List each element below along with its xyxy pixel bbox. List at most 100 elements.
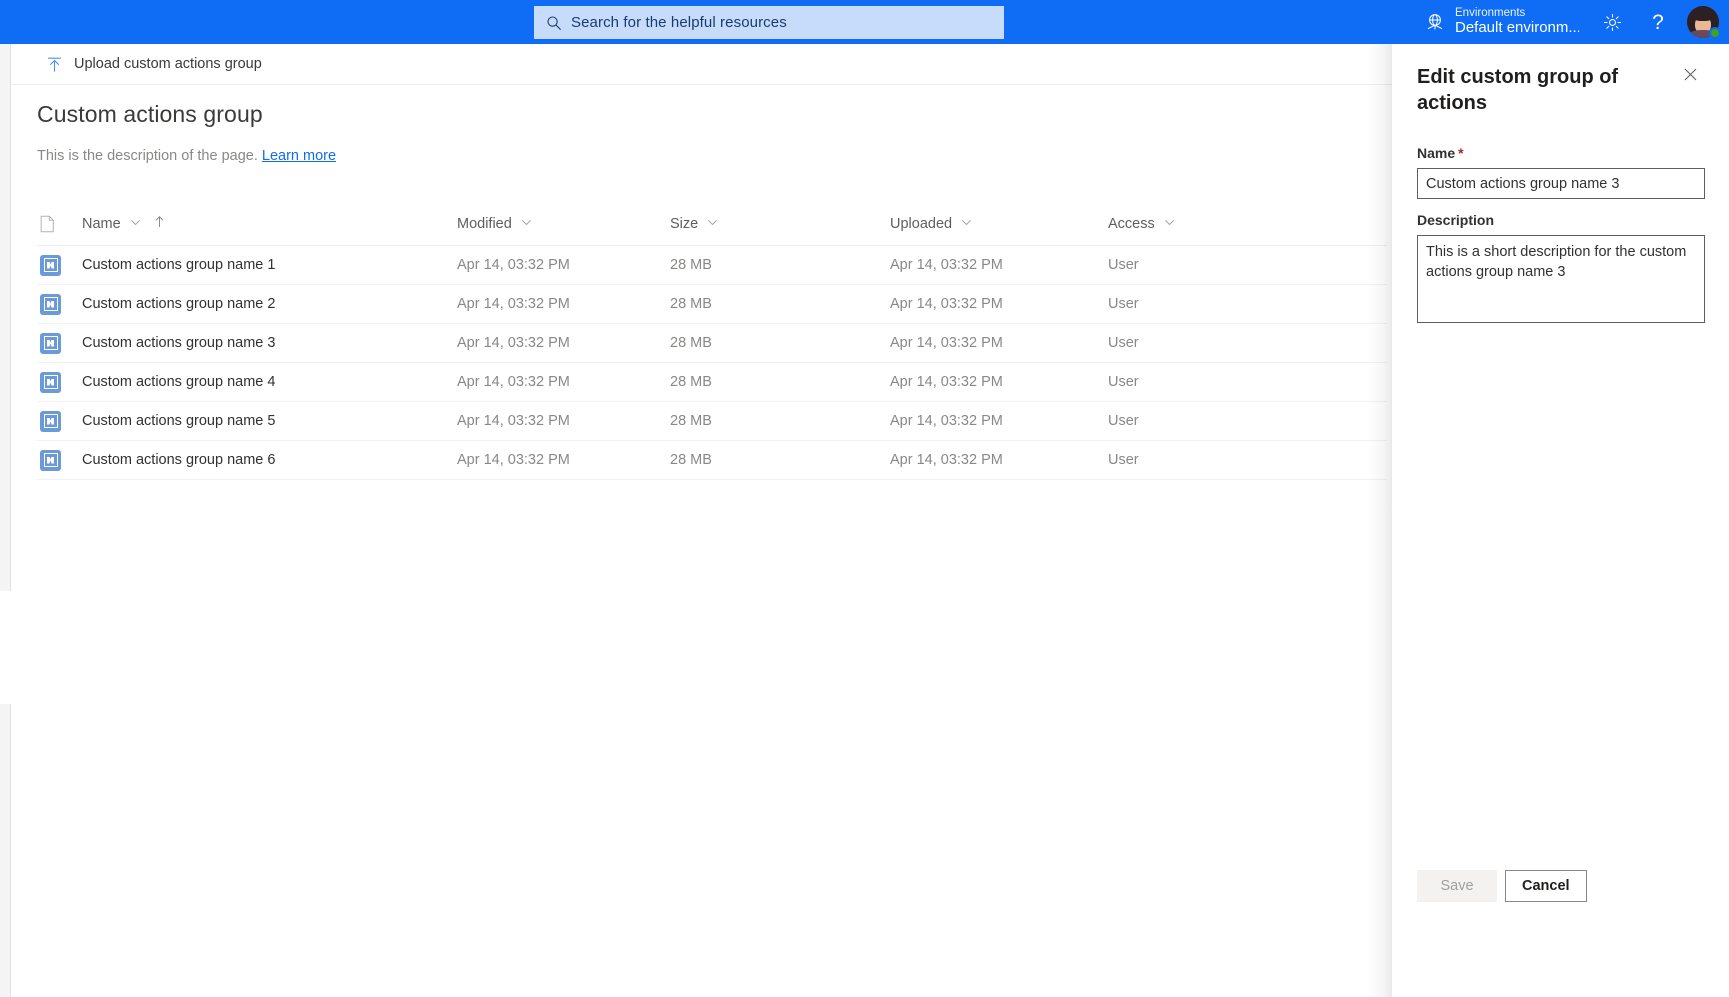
row-icon-cell — [37, 254, 82, 276]
row-name-cell[interactable]: Custom actions group name 5 — [82, 413, 457, 429]
close-icon — [1683, 67, 1698, 87]
column-header-name-label: Name — [82, 215, 121, 232]
environment-globe-icon — [1424, 11, 1446, 33]
table-row[interactable]: Custom actions group name 5 Apr 14, 03:32… — [37, 402, 1387, 441]
row-size-cell: 28 MB — [670, 296, 712, 312]
name-input[interactable] — [1417, 168, 1705, 199]
row-name-cell[interactable]: Custom actions group name 6 — [82, 452, 457, 468]
document-icon — [40, 215, 55, 233]
environment-value: Default environm... — [1455, 20, 1579, 37]
learn-more-link[interactable]: Learn more — [262, 148, 336, 164]
row-modified-cell: Apr 14, 03:32 PM — [457, 413, 570, 429]
row-access-cell: User — [1108, 452, 1139, 468]
cancel-button[interactable]: Cancel — [1505, 870, 1587, 902]
column-header-uploaded[interactable]: Uploaded — [890, 202, 1108, 246]
column-header-size[interactable]: Size — [670, 202, 890, 246]
gear-icon — [1602, 12, 1623, 33]
row-access-cell: User — [1108, 296, 1139, 312]
column-header-access[interactable]: Access — [1108, 202, 1308, 246]
account-manager-button[interactable] — [1681, 0, 1725, 44]
table-row[interactable]: Custom actions group name 2 Apr 14, 03:32… — [37, 285, 1387, 324]
row-name-cell[interactable]: Custom actions group name 4 — [82, 374, 457, 390]
custom-action-tile-icon — [40, 254, 61, 276]
row-modified-cell: Apr 14, 03:32 PM — [457, 374, 570, 390]
close-button[interactable] — [1675, 62, 1705, 92]
chevron-down-icon — [130, 216, 141, 232]
page-title: Custom actions group — [37, 101, 263, 127]
save-button[interactable]: Save — [1417, 870, 1497, 902]
row-size-cell: 28 MB — [670, 257, 712, 273]
row-uploaded-cell: Apr 14, 03:32 PM — [890, 452, 1003, 468]
row-uploaded-cell: Apr 14, 03:32 PM — [890, 335, 1003, 351]
description-textarea[interactable] — [1417, 235, 1705, 323]
suite-right-cluster: Environments Default environm... ? — [1418, 0, 1729, 44]
page-vertical-scrollbar[interactable] — [0, 44, 11, 997]
description-field-label: Description — [1417, 212, 1495, 228]
chevron-down-icon — [1164, 216, 1175, 232]
row-size-cell: 28 MB — [670, 413, 712, 429]
row-uploaded-cell: Apr 14, 03:32 PM — [890, 413, 1003, 429]
row-access-cell: User — [1108, 335, 1139, 351]
help-button[interactable]: ? — [1635, 0, 1681, 44]
panel-footer: Save Cancel — [1417, 870, 1587, 902]
page-description: This is the description of the page. Lea… — [37, 148, 336, 164]
custom-action-tile-icon — [40, 449, 61, 471]
suite-header-bar: Search for the helpful resources Environ… — [0, 0, 1729, 44]
row-icon-cell — [37, 371, 82, 393]
required-asterisk: * — [1458, 145, 1464, 161]
row-access-cell: User — [1108, 257, 1139, 273]
custom-action-tile-icon — [40, 293, 61, 315]
settings-button[interactable] — [1589, 0, 1635, 44]
chevron-down-icon — [521, 216, 532, 232]
search-icon — [546, 15, 562, 31]
row-icon-cell — [37, 293, 82, 315]
custom-action-tile-icon — [40, 410, 61, 432]
row-size-cell: 28 MB — [670, 335, 712, 351]
page-description-text: This is the description of the page. — [37, 148, 258, 164]
custom-action-tile-icon — [40, 332, 61, 354]
upload-icon — [46, 56, 63, 73]
custom-actions-group-table: Name Modified Size Uploaded Access Custo… — [37, 202, 1387, 480]
presence-available-badge — [1709, 27, 1721, 39]
global-search-box[interactable]: Search for the helpful resources — [534, 6, 1004, 39]
column-header-icon[interactable] — [37, 202, 82, 246]
table-row[interactable]: Custom actions group name 6 Apr 14, 03:32… — [37, 441, 1387, 480]
column-header-name[interactable]: Name — [82, 202, 457, 246]
table-row[interactable]: Custom actions group name 1 Apr 14, 03:32… — [37, 246, 1387, 285]
chevron-down-icon — [961, 216, 972, 232]
panel-header: Edit custom group of actions — [1417, 64, 1705, 116]
row-name-cell[interactable]: Custom actions group name 1 — [82, 257, 457, 273]
panel-edge-shadow — [1368, 44, 1392, 997]
row-icon-cell — [37, 332, 82, 354]
upload-custom-actions-group-button[interactable]: Upload custom actions group — [36, 44, 274, 84]
scrollbar-thumb[interactable] — [0, 591, 11, 704]
row-icon-cell — [37, 449, 82, 471]
row-access-cell: User — [1108, 374, 1139, 390]
row-modified-cell: Apr 14, 03:32 PM — [457, 296, 570, 312]
table-row[interactable]: Custom actions group name 4 Apr 14, 03:32… — [37, 363, 1387, 402]
row-name-cell[interactable]: Custom actions group name 2 — [82, 296, 457, 312]
row-uploaded-cell: Apr 14, 03:32 PM — [890, 374, 1003, 390]
row-modified-cell: Apr 14, 03:32 PM — [457, 335, 570, 351]
custom-action-tile-icon — [40, 371, 61, 393]
environment-label: Environments — [1455, 7, 1526, 20]
row-modified-cell: Apr 14, 03:32 PM — [457, 257, 570, 273]
edit-custom-group-panel: Edit custom group of actions Name* Descr… — [1392, 44, 1729, 997]
row-uploaded-cell: Apr 14, 03:32 PM — [890, 257, 1003, 273]
table-header-row: Name Modified Size Uploaded Access — [37, 202, 1387, 246]
column-header-size-label: Size — [670, 215, 699, 232]
environment-text: Environments Default environm... — [1455, 7, 1579, 37]
row-icon-cell — [37, 410, 82, 432]
row-name-cell[interactable]: Custom actions group name 3 — [82, 335, 457, 351]
column-header-modified[interactable]: Modified — [457, 202, 670, 246]
row-access-cell: User — [1108, 413, 1139, 429]
panel-title: Edit custom group of actions — [1417, 66, 1619, 114]
row-size-cell: 28 MB — [670, 374, 712, 390]
column-header-modified-label: Modified — [457, 215, 512, 232]
sort-ascending-icon — [154, 215, 165, 232]
environment-picker[interactable]: Environments Default environm... — [1418, 0, 1589, 44]
table-row[interactable]: Custom actions group name 3 Apr 14, 03:32… — [37, 324, 1387, 363]
column-header-uploaded-label: Uploaded — [890, 215, 953, 232]
upload-button-label: Upload custom actions group — [74, 56, 262, 72]
row-modified-cell: Apr 14, 03:32 PM — [457, 452, 570, 468]
